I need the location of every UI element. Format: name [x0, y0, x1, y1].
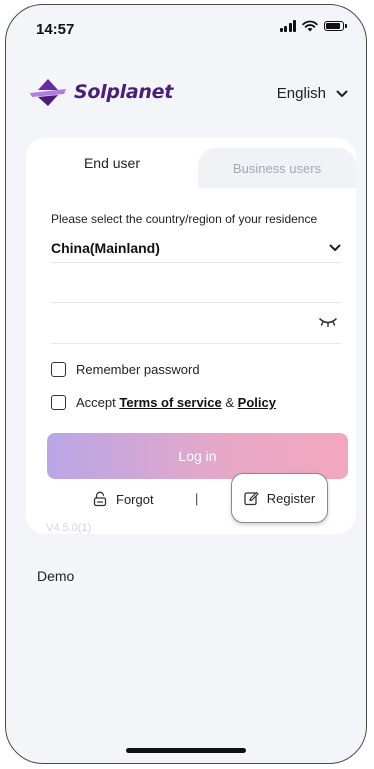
chevron-down-icon: [329, 244, 341, 251]
accept-prefix: Accept: [76, 395, 116, 410]
wifi-icon: [302, 20, 318, 32]
user-type-tabs: Business users End user: [26, 138, 356, 188]
tab-business-users[interactable]: Business users: [198, 148, 356, 188]
country-value: China(Mainland): [51, 240, 160, 256]
status-time: 14:57: [36, 21, 75, 38]
edit-icon: [244, 491, 259, 505]
battery-icon: [324, 21, 347, 31]
remember-checkbox[interactable]: [51, 362, 66, 377]
tab-end-user[interactable]: End user: [26, 138, 198, 188]
language-label: English: [276, 85, 326, 102]
accept-terms-row[interactable]: Accept Terms of service & Policy: [51, 395, 276, 410]
header: Solplanet English: [6, 77, 366, 113]
login-card: Business users End user Please select th…: [26, 138, 356, 534]
forgot-label: Forgot: [116, 491, 154, 507]
chevron-down-icon: [336, 90, 348, 97]
register-button[interactable]: Register: [231, 473, 328, 523]
link-separator: |: [195, 491, 199, 506]
solplanet-logo-icon: [30, 79, 66, 106]
password-input[interactable]: [51, 303, 312, 343]
demo-link[interactable]: Demo: [37, 568, 74, 584]
account-links: Forgot | Register: [26, 473, 356, 523]
account-field[interactable]: [51, 262, 341, 303]
brand-name: Solplanet: [74, 81, 173, 103]
eye-closed-icon[interactable]: [319, 317, 337, 327]
lock-icon: [93, 491, 107, 507]
password-field[interactable]: [51, 303, 341, 344]
country-label: Please select the country/region of your…: [51, 212, 318, 226]
home-indicator[interactable]: [126, 748, 246, 753]
brand-logo: Solplanet: [28, 77, 173, 107]
accept-checkbox[interactable]: [51, 395, 66, 410]
status-icons: [279, 20, 347, 32]
app-version: V4.5.0(1): [46, 522, 92, 534]
language-selector[interactable]: English: [277, 85, 348, 102]
register-label: Register: [266, 490, 316, 506]
account-input[interactable]: [51, 262, 312, 302]
status-bar: 14:57: [6, 5, 366, 49]
forgot-link[interactable]: Forgot: [92, 491, 154, 507]
country-select[interactable]: China(Mainland): [51, 234, 341, 263]
phone-frame: 14:57 Solplanet English Business users E…: [5, 4, 367, 764]
ampersand: &: [225, 395, 235, 410]
remember-label: Remember password: [76, 362, 200, 377]
terms-link[interactable]: Terms of service: [119, 395, 221, 410]
remember-password-row[interactable]: Remember password: [51, 362, 200, 377]
accept-text: Accept Terms of service & Policy: [76, 395, 276, 410]
signal-icon: [279, 20, 296, 32]
policy-link[interactable]: Policy: [238, 395, 276, 410]
